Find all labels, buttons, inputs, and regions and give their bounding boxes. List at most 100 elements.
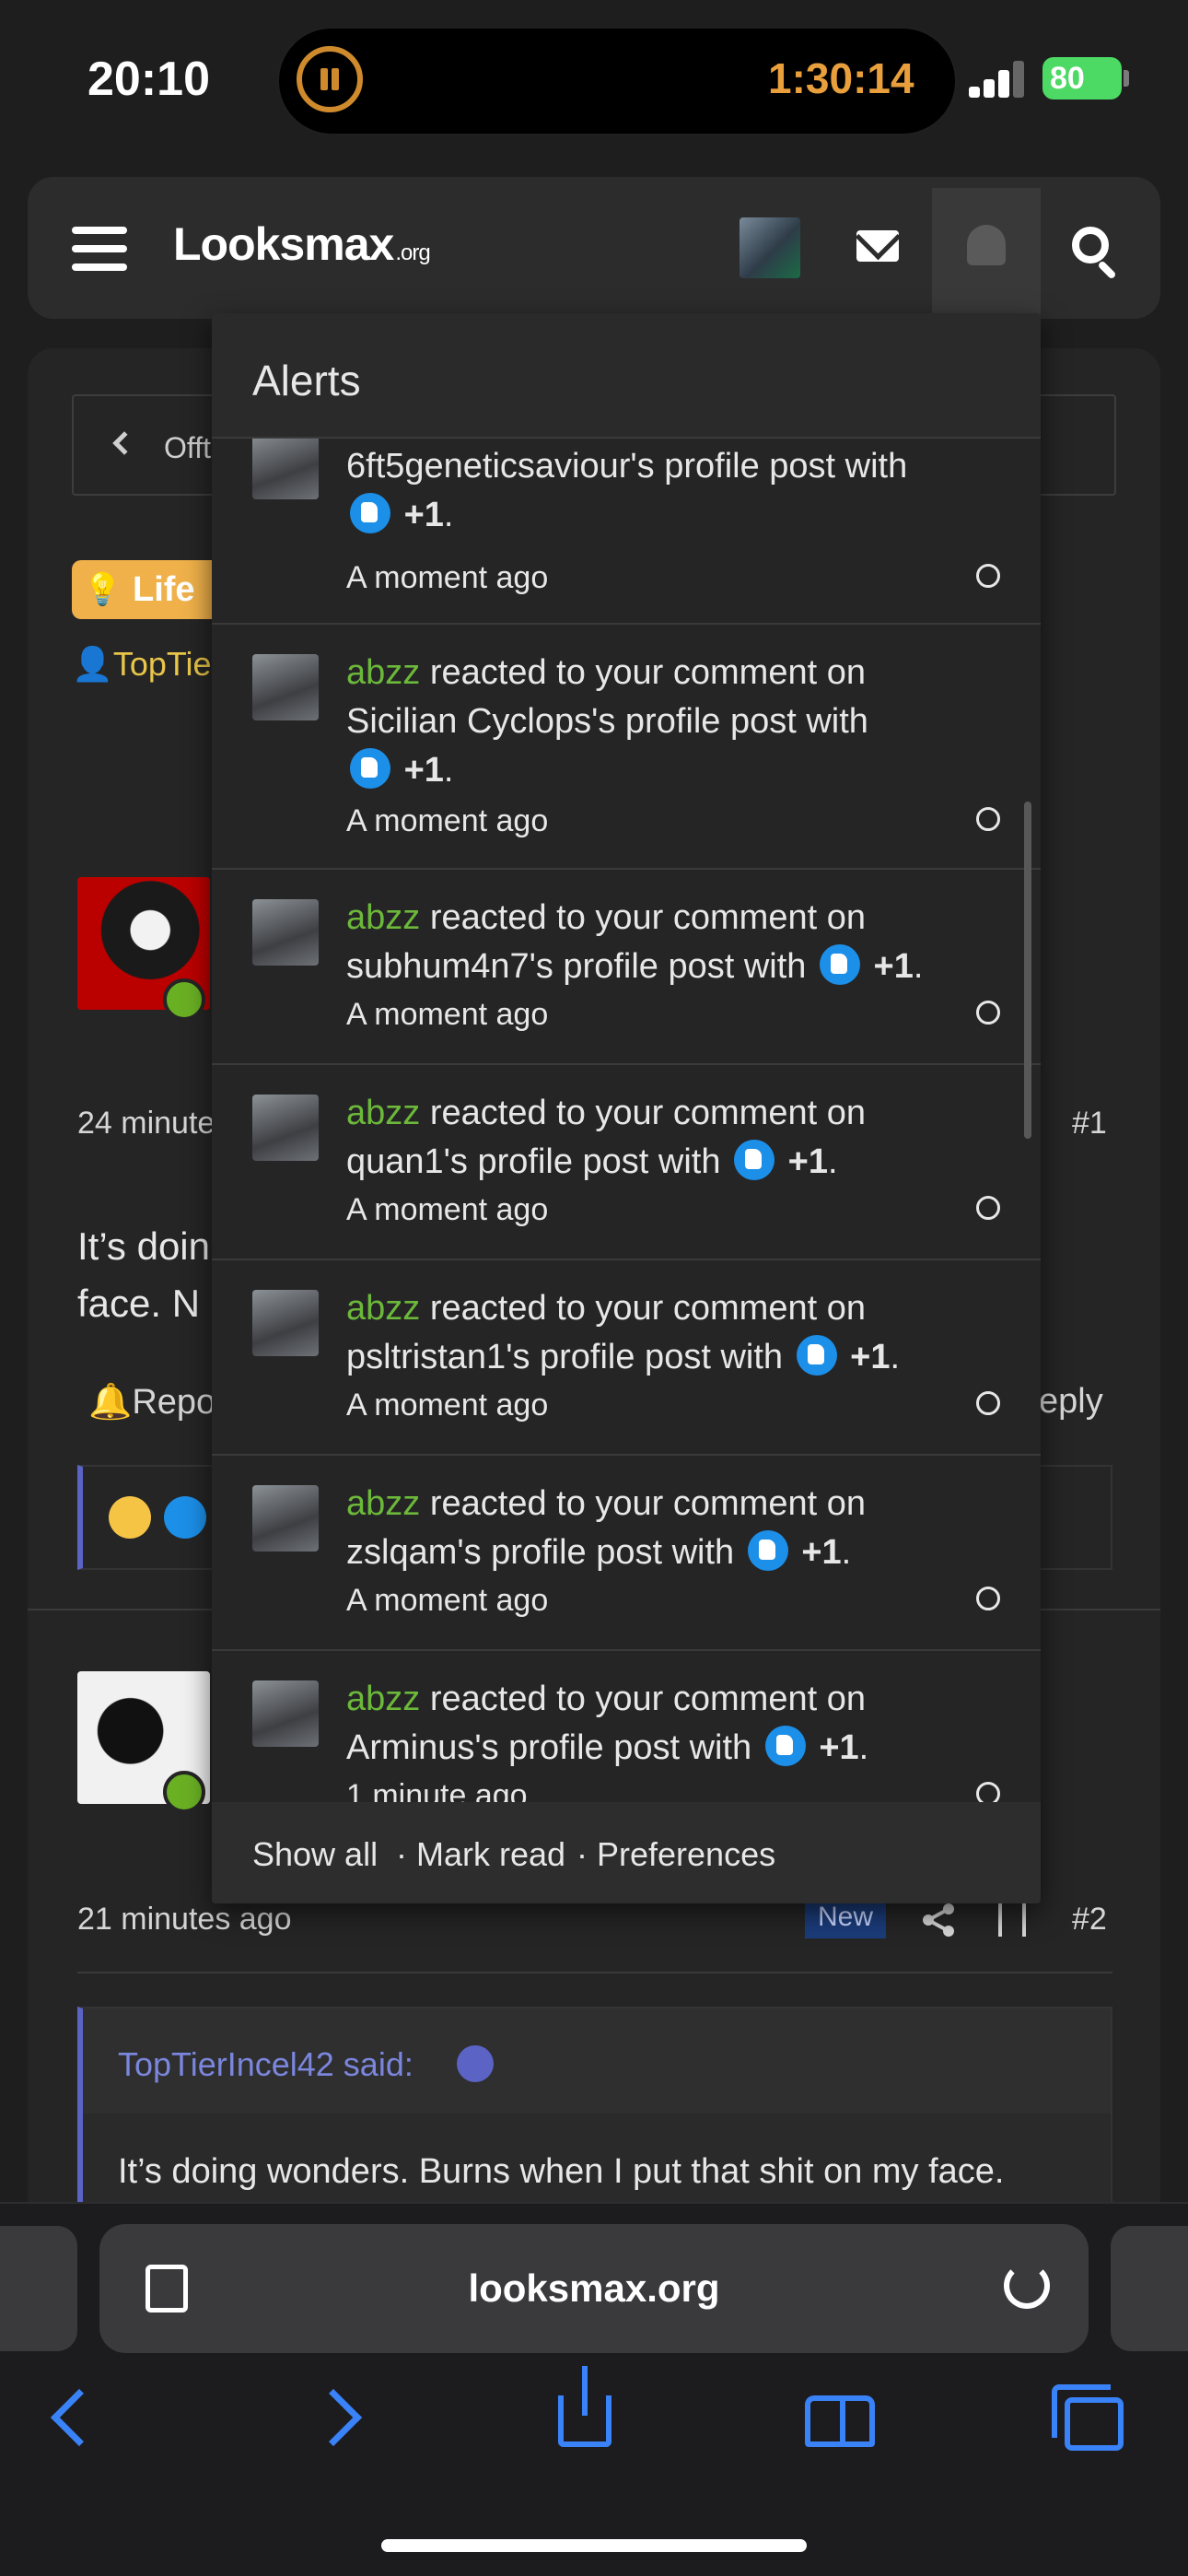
timer-pause-icon[interactable] — [297, 46, 363, 112]
battery-tip — [1124, 70, 1129, 87]
reaction-label: +1 — [850, 1338, 891, 1376]
next-tab-preview[interactable] — [1111, 2226, 1188, 2351]
reply-button[interactable]: eply — [1039, 1382, 1103, 1422]
alert-message: reacted to your comment on Sicilian Cycl… — [346, 653, 868, 741]
alert-message: reacted to your comment on subhum4n7's p… — [346, 898, 866, 986]
preferences-link[interactable]: Preferences — [597, 1835, 775, 1874]
like-reaction-icon — [350, 493, 390, 533]
alert-username[interactable]: abzz — [346, 1484, 420, 1523]
alert-item[interactable]: abzz reacted to your comment on subhum4n… — [212, 870, 1041, 1065]
alert-time: A moment ago — [346, 1388, 549, 1423]
reaction-label: +1 — [403, 496, 444, 534]
alert-time: A moment ago — [346, 1583, 549, 1618]
reaction-label: +1 — [801, 1533, 842, 1572]
alert-username[interactable]: abzz — [346, 898, 420, 937]
alert-item[interactable]: abzz reacted to your comment on zslqam's… — [212, 1456, 1041, 1651]
alerts-header: Alerts — [212, 313, 1041, 439]
alerts-title: Alerts — [252, 357, 361, 404]
online-indicator — [163, 978, 205, 1021]
reload-icon[interactable] — [1004, 2263, 1050, 2309]
alert-time: A moment ago — [346, 997, 549, 1032]
bookmark-icon[interactable] — [998, 1900, 1026, 1937]
like-reaction-icon — [796, 1335, 837, 1376]
love-reaction-icon — [109, 1496, 151, 1539]
mark-read-link[interactable]: Mark read — [416, 1835, 565, 1874]
alert-avatar[interactable] — [252, 1485, 319, 1551]
home-indicator — [381, 2539, 807, 2552]
post-time[interactable]: 24 minute — [77, 1106, 215, 1142]
alert-avatar[interactable] — [252, 1095, 319, 1161]
alert-text: abzz reacted to your comment on Arminus'… — [346, 1680, 869, 1767]
breadcrumb-label[interactable]: Offt — [164, 431, 211, 465]
alerts-footer: Show all · Mark read · Preferences — [212, 1802, 1041, 1903]
bell-icon: 🔔 — [88, 1383, 133, 1422]
report-button[interactable]: 🔔Repor — [88, 1382, 227, 1423]
alert-text: abzz reacted to your comment on quan1's … — [346, 1094, 866, 1181]
mail-icon[interactable] — [856, 230, 899, 262]
alert-text: abzz reacted to your comment on zslqam's… — [346, 1484, 866, 1572]
alert-item[interactable]: 6ft5geneticsaviour's profile post with +… — [212, 439, 1041, 625]
thread-author-name: TopTie — [112, 645, 212, 683]
like-reaction-icon — [350, 748, 390, 789]
post-time[interactable]: 21 minutes ago — [77, 1902, 292, 1938]
site-logo[interactable]: Looksmax.org — [173, 217, 431, 271]
post-number[interactable]: #2 — [1072, 1902, 1107, 1938]
alert-item[interactable]: abzz reacted to your comment on quan1's … — [212, 1065, 1041, 1260]
alert-text: 6ft5geneticsaviour's profile post with +… — [346, 447, 908, 534]
alert-avatar[interactable] — [252, 1680, 319, 1747]
mark-read-dot[interactable] — [976, 807, 1000, 831]
previous-tab-preview[interactable] — [0, 2226, 77, 2351]
alert-time: A moment ago — [346, 1192, 549, 1227]
status-time: 20:10 — [87, 53, 210, 106]
alert-time: A moment ago — [346, 560, 549, 595]
signal-icon — [969, 61, 1028, 98]
alert-avatar[interactable] — [252, 439, 319, 499]
mark-read-dot[interactable] — [976, 1196, 1000, 1220]
footer-separator: · — [577, 1835, 588, 1873]
alert-username[interactable]: abzz — [346, 1094, 420, 1132]
alerts-list[interactable]: 6ft5geneticsaviour's profile post with +… — [212, 439, 1041, 1903]
reaction-label: +1 — [787, 1142, 828, 1181]
bookmarks-button[interactable] — [805, 2395, 875, 2447]
timer-text: 1:30:14 — [768, 54, 914, 102]
post-number[interactable]: #1 — [1072, 1106, 1107, 1142]
like-reaction-icon — [819, 944, 860, 985]
tabs-button[interactable] — [1052, 2384, 1124, 2451]
url-text[interactable]: looksmax.org — [99, 2266, 1089, 2311]
bell-icon[interactable] — [967, 225, 1006, 265]
alert-item[interactable]: abzz reacted to your comment on Sicilian… — [212, 625, 1041, 870]
alert-username[interactable]: abzz — [346, 1680, 420, 1718]
mark-read-dot[interactable] — [976, 1391, 1000, 1415]
mark-read-dot[interactable] — [976, 564, 1000, 588]
search-icon[interactable] — [1072, 227, 1109, 263]
alert-text: abzz reacted to your comment on Sicilian… — [346, 653, 868, 790]
alert-username[interactable]: abzz — [346, 1289, 420, 1328]
show-all-link[interactable]: Show all — [252, 1835, 378, 1874]
battery-icon: 80 — [1042, 57, 1122, 100]
mark-read-dot[interactable] — [976, 1001, 1000, 1025]
alerts-popup: Alerts 6ft5geneticsaviour's profile post… — [212, 313, 1041, 1903]
arrow-up-icon[interactable] — [457, 2045, 494, 2082]
divider — [77, 1972, 1112, 1973]
like-reaction-icon — [764, 1726, 806, 1766]
alert-username[interactable]: abzz — [346, 653, 420, 692]
alerts-scrollbar[interactable] — [1024, 802, 1031, 1139]
quote-author[interactable]: TopTierIncel42 said: — [118, 2045, 413, 2084]
alert-time: A moment ago — [346, 803, 549, 838]
alert-avatar[interactable] — [252, 899, 319, 966]
thread-author[interactable]: 👤TopTie — [72, 645, 212, 684]
share-icon[interactable] — [921, 1902, 958, 1938]
alert-avatar[interactable] — [252, 1290, 319, 1356]
alert-item[interactable]: abzz reacted to your comment on psltrist… — [212, 1260, 1041, 1456]
logo-suffix: .org — [395, 240, 430, 265]
alert-avatar[interactable] — [252, 654, 319, 720]
like-reaction-icon — [734, 1140, 775, 1180]
logo-text: Looksmax — [173, 218, 394, 270]
alert-text: abzz reacted to your comment on psltrist… — [346, 1289, 901, 1376]
quote-text: It’s doing wonders. Burns when I put tha… — [118, 2152, 1005, 2191]
share-button[interactable] — [558, 2366, 611, 2447]
post-body: It’s doin face. N — [77, 1224, 210, 1325]
mark-read-dot[interactable] — [976, 1587, 1000, 1610]
menu-icon[interactable] — [72, 227, 127, 271]
user-avatar[interactable] — [740, 217, 800, 278]
